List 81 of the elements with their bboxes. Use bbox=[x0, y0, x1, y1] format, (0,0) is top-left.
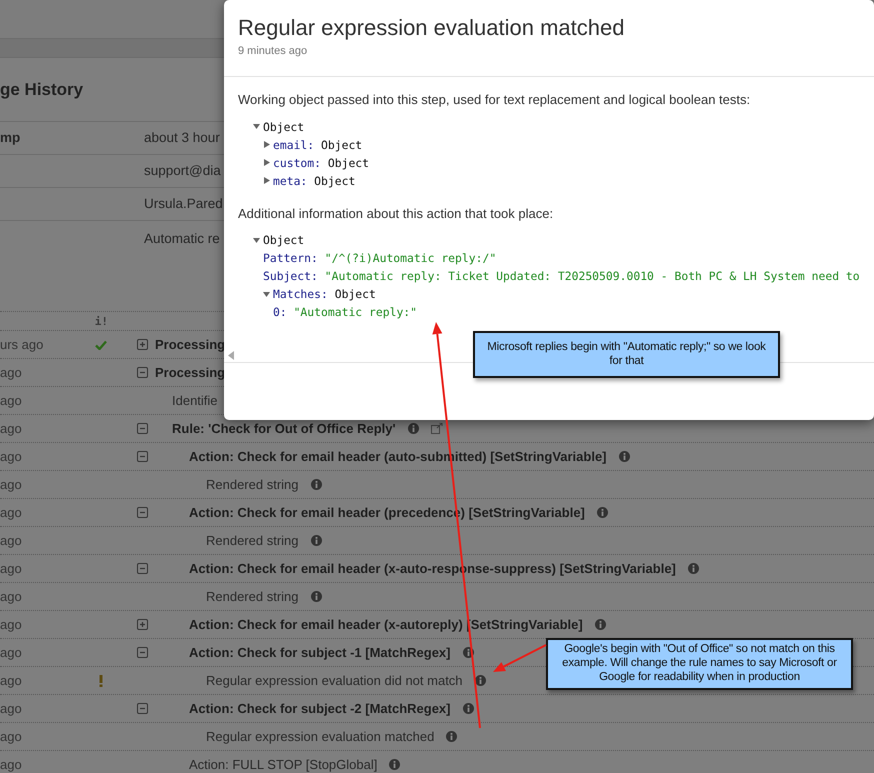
log-time: urs ago bbox=[0, 336, 44, 354]
log-entry-text: Processing bbox=[155, 336, 226, 354]
log-entry-text: Rendered string bbox=[206, 532, 298, 550]
caret-down-icon[interactable] bbox=[253, 236, 260, 244]
info-icon[interactable] bbox=[408, 423, 419, 434]
section-intro: Additional information about this action that took place: bbox=[238, 204, 554, 223]
info-icon[interactable] bbox=[310, 535, 322, 546]
detail-value: Automatic re bbox=[144, 230, 220, 248]
detail-label: mp bbox=[0, 130, 20, 145]
info-icon[interactable] bbox=[688, 563, 699, 574]
caret-down-icon[interactable] bbox=[263, 290, 270, 298]
collapse-icon[interactable] bbox=[137, 451, 148, 462]
log-time: ago bbox=[0, 392, 23, 410]
log-time: ago bbox=[0, 504, 23, 522]
log-entry-text: Action: FULL STOP [StopGlobal] bbox=[189, 756, 378, 773]
info-icon[interactable] bbox=[389, 759, 400, 770]
log-time: ago bbox=[0, 476, 23, 494]
object-property: 0: "Automatic reply:" bbox=[273, 304, 418, 321]
object-property: email: Object bbox=[273, 136, 362, 154]
section-intro: Working object passed into this step, used for text replacement and logical boolean tests: bbox=[238, 91, 752, 109]
section-heading: ge History bbox=[0, 78, 84, 101]
log-entry-text: Rendered string bbox=[206, 588, 298, 606]
log-time: ago bbox=[0, 532, 23, 550]
log-entry-text: Regular expression evaluation matched bbox=[206, 728, 434, 746]
object-property: Pattern: "/^(?i)Automatic reply:/" bbox=[263, 250, 496, 267]
log-time: ago bbox=[0, 448, 23, 466]
log-time: ago bbox=[0, 364, 23, 382]
caret-right-icon[interactable] bbox=[263, 177, 270, 184]
log-time: ago bbox=[0, 700, 23, 718]
callout-note: Microsoft replies begin with "Automatic reply;" so we look for that bbox=[473, 331, 780, 378]
collapse-icon[interactable] bbox=[137, 367, 148, 378]
detail-value: support@dia bbox=[144, 162, 221, 180]
status-column-header: i! bbox=[94, 314, 108, 328]
collapse-icon[interactable] bbox=[137, 507, 148, 518]
caret-right-icon[interactable] bbox=[263, 159, 270, 166]
log-time: ago bbox=[0, 560, 23, 578]
object-property: Matches: Object bbox=[273, 286, 376, 303]
log-entry-text: Action: Check for subject -1 [MatchRegex] bbox=[189, 644, 450, 662]
scroll-left-icon[interactable] bbox=[228, 350, 234, 360]
info-icon[interactable] bbox=[474, 675, 486, 686]
log-time: ago bbox=[0, 588, 23, 606]
log-entry-text: Rendered string bbox=[206, 476, 298, 494]
object-property: custom: Object bbox=[273, 154, 370, 172]
object-property: Object bbox=[263, 232, 304, 249]
info-icon[interactable] bbox=[446, 731, 458, 742]
modal-title: Regular expression evaluation matched bbox=[238, 14, 626, 42]
arrow bbox=[493, 644, 546, 672]
expand-icon[interactable] bbox=[137, 339, 148, 350]
external-link-icon[interactable] bbox=[430, 423, 443, 434]
info-icon[interactable] bbox=[310, 479, 322, 490]
log-time: ago bbox=[0, 756, 23, 773]
log-time: ago bbox=[0, 672, 23, 690]
log-time: ago bbox=[0, 644, 23, 662]
log-entry-text: Action: Check for subject -2 [MatchRegex] bbox=[189, 700, 450, 718]
collapse-icon[interactable] bbox=[137, 647, 148, 658]
info-icon[interactable] bbox=[462, 703, 474, 714]
collapse-icon[interactable] bbox=[137, 563, 148, 574]
collapse-icon[interactable] bbox=[137, 703, 148, 714]
detail-value: about 3 hour bbox=[144, 128, 220, 147]
log-time: ago bbox=[0, 420, 23, 438]
caret-down-icon[interactable] bbox=[253, 123, 260, 130]
log-entry-text: Processing bbox=[155, 364, 226, 382]
object-property: meta: Object bbox=[273, 172, 356, 190]
object-property: Subject: "Automatic reply: Ticket Updated: T20250509.0010 - Both PC & LH System need to bbox=[263, 268, 860, 285]
log-entry-text: Rule: 'Check for Out of Office Reply' bbox=[172, 420, 396, 438]
info-icon[interactable] bbox=[618, 451, 630, 462]
log-time: ago bbox=[0, 616, 23, 634]
log-entry-text: Regular expression evaluation did not match bbox=[206, 672, 463, 690]
detail-value: Ursula.Pared bbox=[144, 194, 223, 213]
log-entry-text: Identifie bbox=[172, 392, 218, 410]
info-icon[interactable] bbox=[594, 619, 606, 630]
callout-note: Google's begin with "Out of Office" so not match on this example. Will change the rule names to say Microsoft or Google for readability when in production bbox=[546, 638, 853, 690]
modal-timestamp: 9 minutes ago bbox=[238, 44, 308, 59]
info-icon[interactable] bbox=[462, 647, 474, 658]
info-icon[interactable] bbox=[310, 591, 322, 602]
expand-icon[interactable] bbox=[137, 619, 148, 630]
log-time: ago bbox=[0, 728, 23, 746]
object-property: Object bbox=[263, 118, 304, 136]
caret-right-icon[interactable] bbox=[263, 141, 270, 148]
info-icon[interactable] bbox=[596, 507, 608, 518]
collapse-icon[interactable] bbox=[137, 423, 148, 434]
